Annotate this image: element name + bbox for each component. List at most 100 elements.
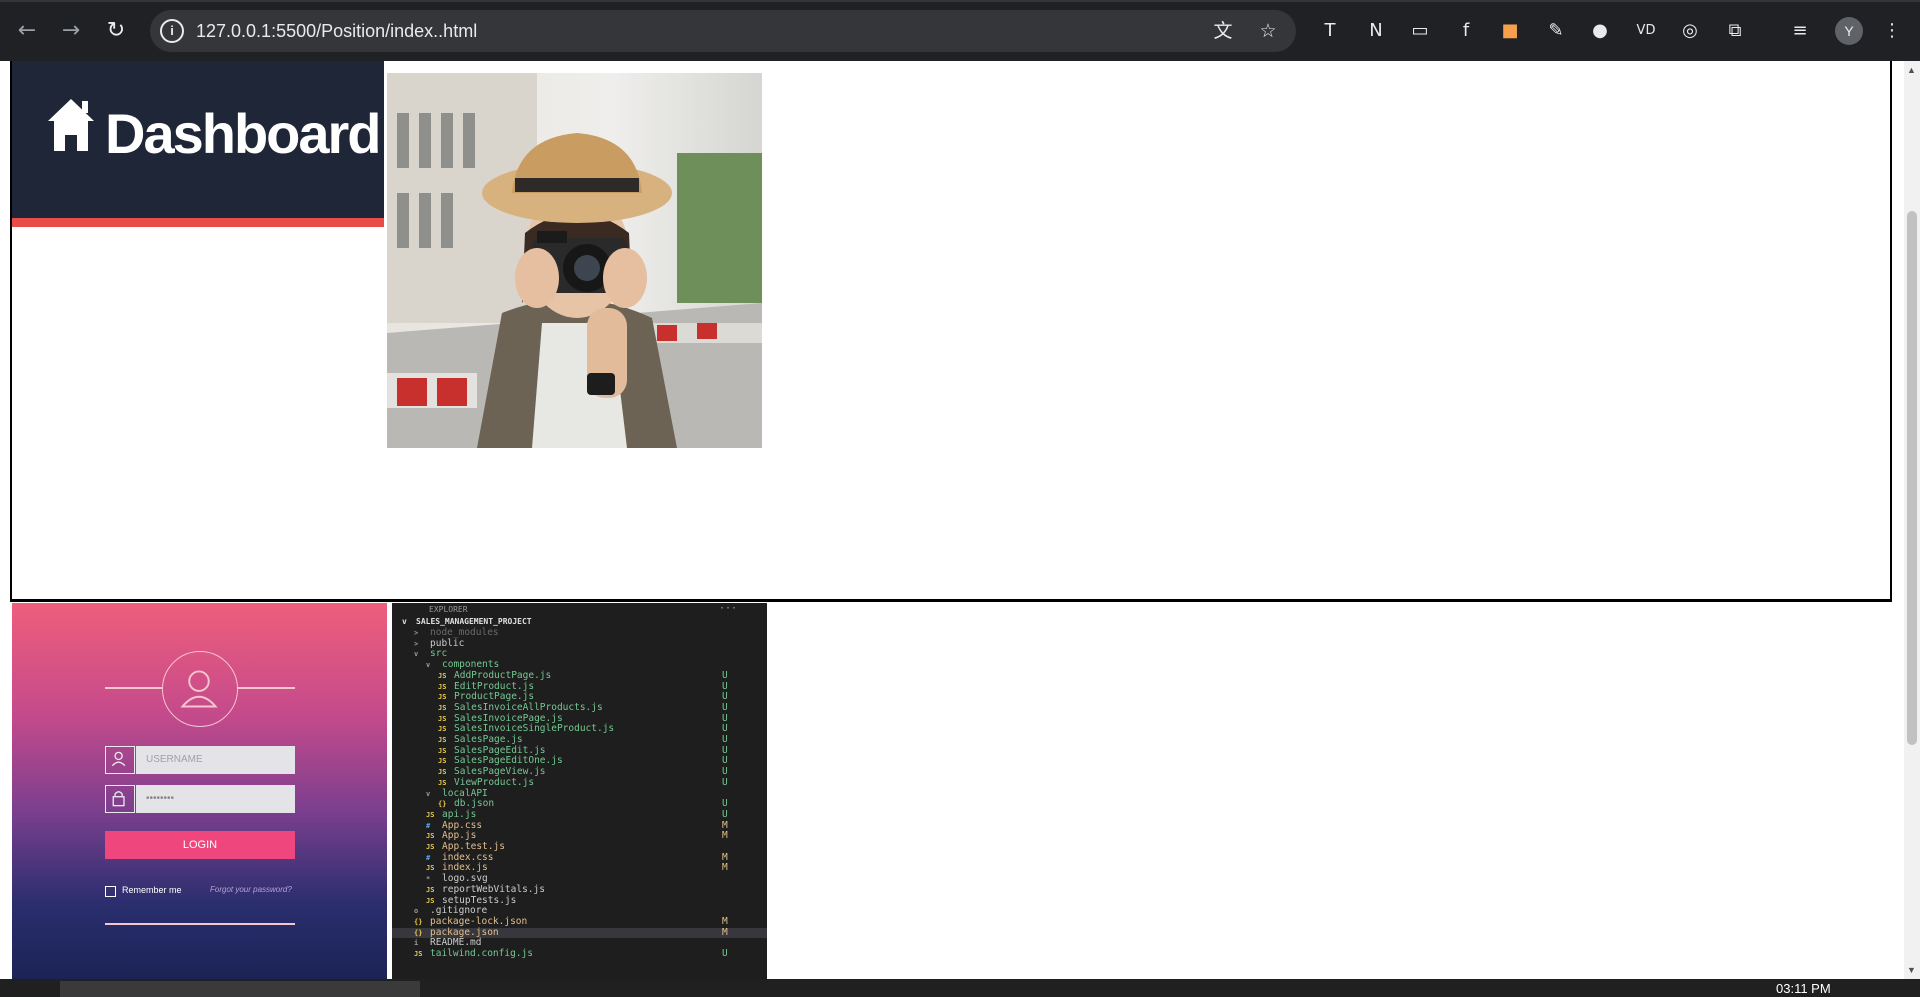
file-tree-item: JS AddProductPage.js U [392, 669, 767, 681]
git-status: U [722, 744, 728, 756]
reload-icon[interactable]: ↻ [103, 18, 129, 44]
scroll-up-icon[interactable]: ▲ [1907, 65, 1916, 75]
scroll-down-icon[interactable]: ▼ [1907, 965, 1916, 975]
username-placeholder: USERNAME [136, 746, 295, 774]
file-type-icon: > [414, 629, 419, 637]
file-name: setupTests.js [442, 894, 517, 906]
file-tree-item: JS SalesPageEdit.js U [392, 744, 767, 756]
file-type-icon: JS [426, 864, 435, 873]
scrollbar-thumb[interactable] [1907, 211, 1917, 745]
back-icon[interactable]: ← [14, 18, 40, 44]
username-field: USERNAME [105, 746, 295, 774]
file-name: App.test.js [442, 841, 505, 852]
file-tree-item: JS SalesPage.js U [392, 735, 767, 745]
forgot-password-link: Forgot your password? [210, 885, 292, 894]
git-status: U [722, 691, 728, 703]
file-type-icon: JS [438, 768, 447, 777]
git-status: U [722, 776, 728, 788]
user-icon [180, 670, 218, 708]
address-bar[interactable]: i 127.0.0.1:5500/Position/index..html 文 … [150, 10, 1296, 52]
file-type-icon: JS [438, 746, 447, 755]
git-status: U [722, 798, 728, 810]
extension-circle-icon[interactable]: ● [1588, 19, 1612, 43]
eyedropper-icon[interactable]: ✎ [1544, 19, 1568, 43]
file-type-icon: JS [426, 885, 435, 894]
file-tree-item: JS SalesInvoicePage.js U [392, 713, 767, 724]
explorer-screenshot-image: EXPLORER ··· v SALES_MANAGEMENT_PROJECT … [392, 603, 767, 979]
lock-icon [105, 785, 135, 813]
extension-target-icon[interactable]: ◎ [1678, 19, 1702, 43]
login-button: LOGIN [105, 831, 295, 859]
file-tree-item: JS tailwind.config.js U [392, 949, 767, 959]
file-name: EditProduct.js [454, 680, 535, 692]
file-name: package.json [430, 926, 499, 938]
file-type-icon: JS [438, 778, 447, 787]
git-status: M [722, 862, 728, 874]
extension-f-icon[interactable]: f [1454, 19, 1478, 43]
file-type-icon: {} [414, 928, 423, 937]
tab-strip-edge [0, 0, 1920, 2]
file-name: SalesPageEdit.js [454, 744, 546, 756]
git-status: U [722, 669, 728, 681]
file-type-icon: {} [414, 917, 423, 926]
extension-n-icon[interactable]: N [1364, 19, 1388, 43]
divider-line [105, 687, 162, 689]
file-name: logo.svg [442, 873, 488, 885]
file-type-icon: JS [426, 896, 435, 905]
divider-line [105, 923, 295, 925]
git-status: M [722, 915, 728, 927]
file-name: db.json [454, 798, 495, 810]
file-name: localAPI [442, 787, 488, 799]
file-type-icon: {} [438, 800, 447, 809]
file-tree-item: JS App.js M [392, 831, 767, 841]
file-tree-item: o .gitignore [392, 906, 767, 916]
file-name: api.js [442, 808, 477, 820]
file-tree-item: JS reportWebVitals.js [392, 884, 767, 895]
photographer-image [387, 73, 762, 448]
file-name: ViewProduct.js [454, 776, 535, 788]
dashboard-header: Dashboard [12, 61, 384, 227]
file-tree-item: JS SalesPageEditOne.js U [392, 756, 767, 766]
user-avatar-ring [162, 651, 238, 727]
site-info-icon[interactable]: i [160, 19, 184, 43]
file-tree-item: JS SalesPageView.js U [392, 767, 767, 777]
file-name: ProductPage.js [454, 691, 535, 703]
file-tree-item: JS EditProduct.js U [392, 680, 767, 692]
git-status: U [722, 680, 728, 692]
extension-screen-icon[interactable]: ▭ [1408, 19, 1432, 43]
file-type-icon: JS [426, 810, 435, 819]
project-chevron-icon: v [402, 617, 407, 626]
menu-icon[interactable]: ⋮ [1880, 19, 1904, 43]
git-status: M [722, 819, 728, 831]
translate-icon[interactable]: 文 [1211, 19, 1235, 43]
divider-line [237, 687, 295, 689]
file-tree-item: JS api.js U [392, 808, 767, 820]
file-type-icon: * [426, 875, 431, 884]
file-type-icon: JS [438, 693, 447, 702]
file-name: AddProductPage.js [454, 669, 552, 681]
media-icon[interactable]: ≡ [1788, 19, 1812, 43]
file-type-icon: # [426, 821, 431, 830]
file-tree-item: v localAPI [392, 787, 767, 799]
file-type-icon: > [414, 639, 419, 648]
file-type-icon: JS [438, 736, 447, 744]
profile-avatar[interactable]: Y [1835, 17, 1863, 45]
file-name: README.md [430, 937, 482, 949]
file-tree-item: {} package-lock.json M [392, 915, 767, 927]
extension-vd-icon[interactable]: VD [1634, 19, 1658, 43]
bookmark-star-icon[interactable]: ☆ [1256, 19, 1280, 43]
url-text[interactable]: 127.0.0.1:5500/Position/index..html [196, 21, 477, 42]
forward-icon[interactable]: → [58, 18, 84, 44]
file-name: App.js [442, 830, 477, 842]
file-name: node_modules [430, 627, 499, 638]
page-scrollbar[interactable]: ▲ ▼ [1904, 61, 1920, 979]
extension-orange-icon[interactable]: ■ [1498, 19, 1522, 43]
extension-t-icon[interactable]: T [1318, 19, 1342, 43]
taskbar-window[interactable] [60, 981, 420, 997]
file-type-icon: JS [438, 725, 447, 734]
extensions-icon[interactable]: ⧉ [1723, 19, 1747, 43]
page-viewport: Dashboard USERNAME •••••••• LOGIN Rememb… [0, 61, 1904, 979]
file-type-icon: v [426, 789, 431, 798]
taskbar: 03:11 PM [0, 979, 1920, 997]
file-type-icon: JS [426, 843, 435, 851]
